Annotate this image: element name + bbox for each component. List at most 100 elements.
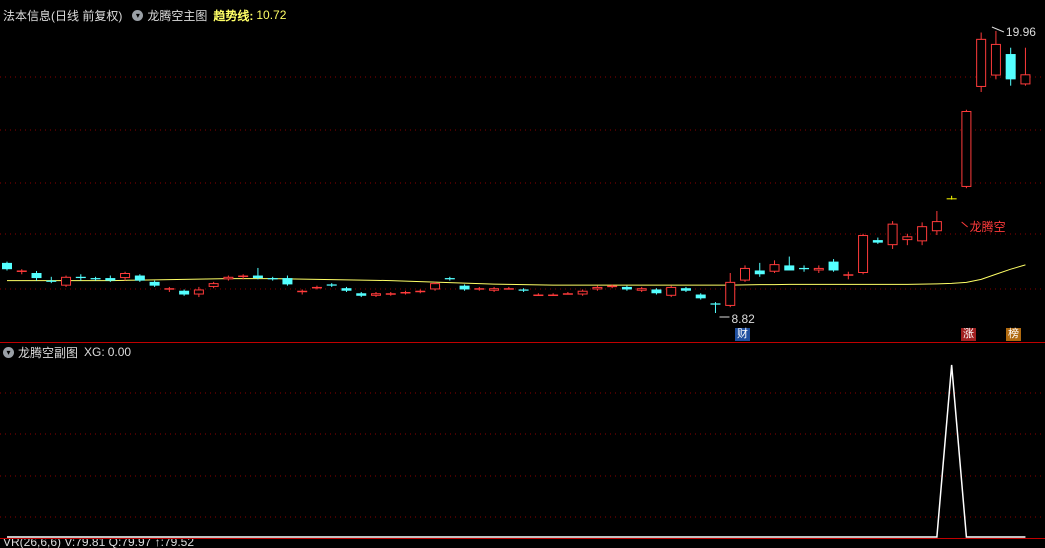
trend-line bbox=[7, 264, 1026, 286]
candle-body bbox=[31, 273, 42, 279]
candle-body bbox=[695, 294, 706, 299]
candle-body bbox=[430, 283, 441, 290]
candle-body bbox=[636, 288, 647, 291]
candle bbox=[503, 286, 514, 290]
candle bbox=[1020, 47, 1031, 86]
high-price-label: 19.96 bbox=[1006, 25, 1036, 39]
candle-body bbox=[297, 290, 308, 293]
candle-body bbox=[326, 284, 337, 286]
candle bbox=[297, 289, 308, 295]
candle-body bbox=[769, 264, 780, 272]
candle-body bbox=[533, 294, 544, 297]
candle-body bbox=[607, 285, 618, 288]
candle bbox=[134, 274, 145, 282]
candle bbox=[149, 280, 160, 287]
candle bbox=[474, 286, 485, 291]
candle-body bbox=[90, 278, 101, 280]
candle bbox=[902, 233, 913, 246]
candle-body bbox=[208, 283, 219, 287]
badge-ranking[interactable]: 榜 bbox=[1006, 328, 1021, 341]
candle-body bbox=[282, 278, 293, 285]
candle bbox=[946, 195, 957, 200]
candle bbox=[400, 290, 411, 295]
candle bbox=[179, 289, 190, 296]
candle bbox=[356, 291, 367, 298]
candle bbox=[695, 293, 706, 300]
signal-label: 龙腾空 bbox=[970, 219, 1006, 234]
candle-body bbox=[931, 221, 942, 232]
badge-limit-up[interactable]: 涨 bbox=[961, 328, 976, 341]
candle bbox=[75, 274, 86, 281]
xg-line bbox=[7, 364, 1026, 538]
candle-body bbox=[415, 290, 426, 293]
candle-body bbox=[976, 38, 987, 87]
candle bbox=[562, 291, 573, 295]
signal-arrow bbox=[961, 221, 968, 228]
candle-body bbox=[754, 270, 765, 275]
xg-line-chart[interactable] bbox=[0, 343, 1045, 539]
candle bbox=[666, 285, 677, 298]
candle-body bbox=[813, 267, 824, 271]
candle-body bbox=[223, 276, 234, 280]
candle bbox=[784, 256, 795, 271]
candle-body bbox=[105, 278, 116, 281]
candle-body bbox=[961, 110, 972, 187]
low-price-label: 8.82 bbox=[731, 312, 755, 326]
candle-body bbox=[252, 275, 263, 279]
candle bbox=[931, 210, 942, 236]
candle bbox=[341, 286, 352, 292]
candle bbox=[223, 275, 234, 281]
candle-body bbox=[503, 288, 514, 290]
candle-body bbox=[843, 274, 854, 276]
candle-body bbox=[917, 226, 928, 242]
candle-body bbox=[858, 235, 869, 274]
candle-body bbox=[621, 286, 632, 290]
candle-body bbox=[902, 236, 913, 241]
candle bbox=[252, 267, 263, 280]
candle bbox=[710, 302, 721, 313]
candle-body bbox=[740, 267, 750, 281]
candle bbox=[621, 285, 632, 291]
candle bbox=[459, 284, 470, 291]
badge-finance[interactable]: 财 bbox=[735, 328, 750, 341]
candle-body bbox=[799, 267, 810, 270]
candle-body bbox=[46, 280, 57, 282]
candle bbox=[90, 276, 101, 281]
candle bbox=[371, 291, 381, 298]
candle-body bbox=[592, 286, 603, 290]
candle-body bbox=[872, 240, 883, 243]
candle bbox=[577, 289, 588, 296]
candle-body bbox=[16, 270, 27, 272]
candle-body bbox=[990, 43, 1001, 76]
candle bbox=[680, 286, 691, 292]
candle bbox=[754, 262, 765, 277]
candle bbox=[46, 276, 57, 284]
candle-body bbox=[784, 265, 795, 271]
candle bbox=[415, 289, 426, 294]
candle-body bbox=[946, 198, 957, 200]
candle bbox=[769, 260, 780, 274]
candlestick-chart[interactable]: 19.96 8.82 龙腾空 bbox=[0, 0, 1045, 342]
candle bbox=[961, 109, 972, 189]
sub-chart-pane[interactable]: ▾ 龙腾空副图 XG: 0.00 bbox=[0, 342, 1045, 539]
candle bbox=[16, 269, 27, 275]
candle bbox=[990, 31, 1001, 80]
candle bbox=[636, 286, 647, 292]
candle bbox=[120, 271, 131, 281]
candle bbox=[828, 259, 839, 272]
candle-body bbox=[710, 303, 721, 305]
candle bbox=[444, 276, 455, 281]
candle bbox=[1005, 47, 1016, 86]
candle bbox=[843, 271, 854, 280]
candle-body bbox=[267, 278, 278, 280]
candle bbox=[651, 288, 662, 295]
candle bbox=[858, 233, 869, 275]
candle-body bbox=[474, 288, 485, 290]
candle bbox=[208, 281, 219, 289]
candle bbox=[872, 237, 883, 244]
candle-body bbox=[577, 290, 588, 295]
main-chart-pane[interactable]: 法本信息(日线 前复权) ▾ 龙腾空主图 趋势线: 10.72 19.96 8.8… bbox=[0, 0, 1045, 342]
candle-body bbox=[341, 288, 352, 291]
candle bbox=[740, 265, 750, 282]
candle-body bbox=[75, 276, 86, 279]
